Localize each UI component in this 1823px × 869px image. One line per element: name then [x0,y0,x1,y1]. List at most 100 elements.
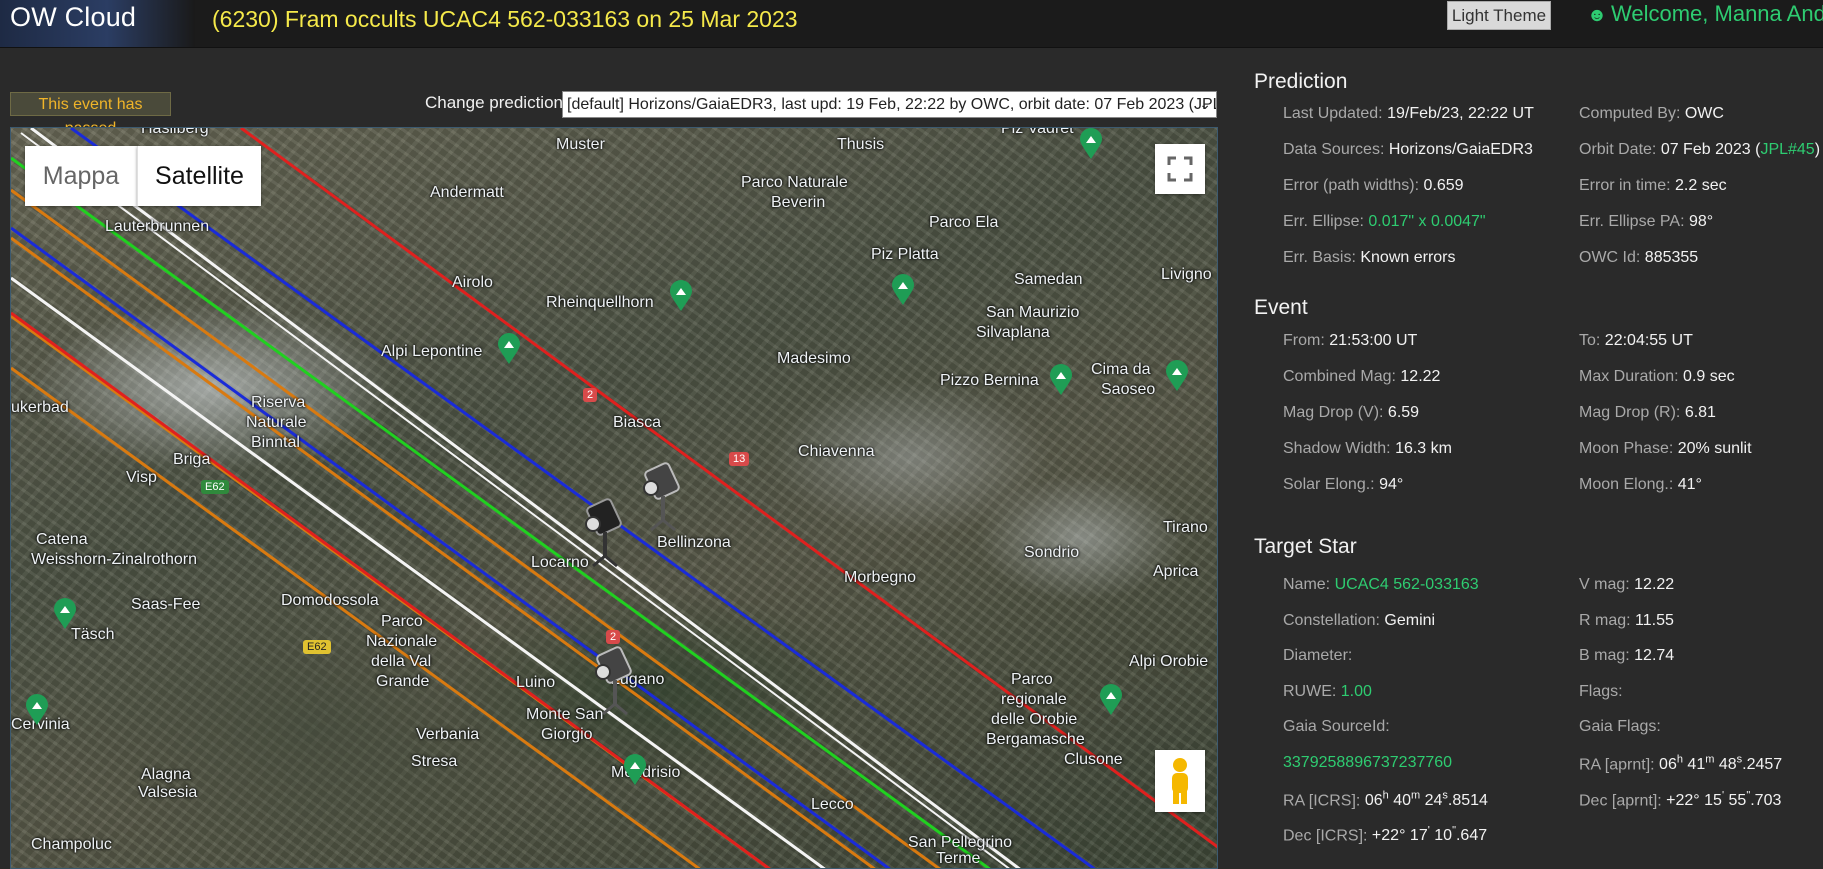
map-place-label: Valsesia [138,784,198,801]
page-title: (6230) Fram occults UCAC4 562-033163 on … [212,6,798,32]
detail-label: Combined Mag: [1283,368,1396,385]
vmag-value: 12.22 [1634,576,1675,593]
ruwe-label: RUWE: [1283,683,1337,700]
detail-value: 2.2 sec [1675,177,1727,194]
bmag-row: B mag: 12.74 [1579,647,1674,665]
top-bar: OW Cloud (6230) Fram occults UCAC4 562-0… [0,0,1823,48]
detail-label: Mag Drop (V): [1283,404,1384,421]
detail-value: 20% sunlit [1677,440,1752,457]
fullscreen-button[interactable] [1155,144,1205,194]
map-place-label: Thusis [837,136,885,153]
detail-value: 98° [1688,213,1714,230]
prediction-row: Err. Ellipse PA: 98° [1579,213,1713,231]
ra-aprnt-row: RA [aprnt]: 06h 41m 48s.2457 [1579,754,1782,774]
ra-aprnt-value: 06h 41m 48s.2457 [1659,754,1783,774]
detail-value: 22:04:55 UT [1604,332,1693,349]
map-place-label: Stresa [411,753,458,770]
prediction-row: Error (path widths): 0.659 [1283,177,1464,195]
detail-label: Mag Drop (R): [1579,404,1681,421]
detail-label: Err. Ellipse PA: [1579,213,1685,230]
user-menu[interactable]: ☻Welcome, Manna Andrea ˅ [1587,0,1823,30]
map-place-label: Cima da [1091,361,1151,378]
occultation-map[interactable]: Hasliberg Muster Thusis Piz Vadret Parco Nat… [10,127,1218,869]
path-edge-white-south [11,276,826,868]
event-row: From: 21:53:00 UT [1283,332,1417,350]
constellation-row: Constellation: Gemini [1283,612,1435,630]
theme-toggle-button[interactable]: Light Theme [1447,1,1551,30]
detail-value: 16.3 km [1395,440,1452,457]
constellation-value: Gemini [1384,612,1436,629]
map-place-label: Silvaplana [976,324,1050,341]
event-row: Moon Phase: 20% sunlit [1579,440,1752,458]
prediction-row: Error in time: 2.2 sec [1579,177,1727,195]
ruwe-value[interactable]: 1.00 [1341,683,1372,700]
map-place-label: Bergamasche [986,731,1085,748]
detail-label: Solar Elong.: [1283,476,1375,493]
map-place-label: Livigno [1161,266,1212,283]
map-place-label: Alagna [141,766,191,783]
event-row: Combined Mag: 12.22 [1283,368,1440,386]
ra-icrs-label: RA [ICRS]: [1283,792,1361,810]
detail-label: Last Updated: [1283,105,1383,122]
prediction-row: Last Updated: 19/Feb/23, 22:22 UT [1283,105,1534,123]
rmag-label: R mag: [1579,612,1631,629]
detail-value: 07 Feb 2023 ( [1660,141,1761,158]
event-row: Max Duration: 0.9 sec [1579,368,1735,386]
event-row: Shadow Width: 16.3 km [1283,440,1452,458]
rmag-row: R mag: 11.55 [1579,612,1674,630]
detail-label: Err. Basis: [1283,249,1356,266]
diameter-row: Diameter: [1283,647,1352,665]
map-place-label: Chiavenna [798,443,875,460]
map-place-label: delle Orobie [991,711,1078,728]
gaia-source-id-link[interactable]: 3379258896737237760 [1283,754,1452,771]
prediction-select[interactable]: [default] Horizons/GaiaEDR3, last upd: 1… [562,91,1217,118]
gaia-source-row: Gaia SourceId: [1283,718,1390,736]
detail-value-link[interactable]: JPL#45 [1760,141,1814,158]
detail-value: 94° [1379,476,1404,493]
road-number-badge: 2 [583,388,598,402]
prediction-row: Err. Basis: Known errors [1283,249,1456,267]
map-place-label: Grande [376,673,430,690]
gaia-source-id-row: 3379258896737237760 [1283,754,1452,772]
road-number-badge: E62 [303,640,331,654]
user-icon: ☻ [1587,5,1607,26]
map-place-label: Giorgio [541,726,593,743]
detail-value: Known errors [1360,249,1456,266]
detail-label: To: [1579,332,1601,349]
map-place-label: Täsch [71,626,115,643]
map-place-label: Weisshorn-Zinalrothorn [31,551,197,568]
star-name-link[interactable]: UCAC4 562-033163 [1335,576,1479,593]
ra-icrs-row: RA [ICRS]: 06h 40m 24s.8514 [1283,790,1488,810]
street-view-pegman-button[interactable] [1155,750,1205,812]
map-place-label: Lauterbrunnen [105,218,210,235]
prediction-row: Err. Ellipse: 0.017" x 0.0047" [1283,213,1486,231]
map-type-tab-satellite[interactable]: Satellite [137,146,261,206]
ruwe-row: RUWE: 1.00 [1283,683,1372,701]
map-place-label: Luino [516,674,556,691]
welcome-text: Welcome, Manna Andrea [1611,1,1823,26]
detail-label: From: [1283,332,1325,349]
detail-label: Max Duration: [1579,368,1679,385]
map-place-label: Hasliberg [141,127,209,137]
map-place-label: Briga [173,451,211,468]
brand-logo[interactable]: OW Cloud [0,0,195,47]
map-place-label: Piz Platta [871,246,939,263]
map-type-tab-mappa[interactable]: Mappa [25,146,137,206]
map-place-label: Alpi Lepontine [381,343,483,360]
event-row: Mag Drop (R): 6.81 [1579,404,1716,422]
detail-value: 41° [1677,476,1702,493]
map-place-label: Verbania [416,726,480,743]
constellation-label: Constellation: [1283,612,1380,629]
target-star-heading: Target Star [1254,535,1357,558]
road-number-badge: E62 [201,480,229,494]
dec-icrs-row: Dec [ICRS]: +22° 17' 10".647 [1283,825,1487,845]
event-row: To: 22:04:55 UT [1579,332,1693,350]
map-place-label: Alpi Orobie [1129,653,1209,670]
detail-value-link[interactable]: 0.017" x 0.0047" [1368,213,1485,230]
map-place-label: Parco [381,613,423,630]
prediction-heading: Prediction [1254,70,1348,93]
detail-label: Orbit Date: [1579,141,1657,158]
prediction-select-value: [default] Horizons/GaiaEDR3, last upd: 1… [567,96,1217,113]
map-place-label: Parco [1011,671,1053,688]
map-place-label: della Val [371,653,432,670]
